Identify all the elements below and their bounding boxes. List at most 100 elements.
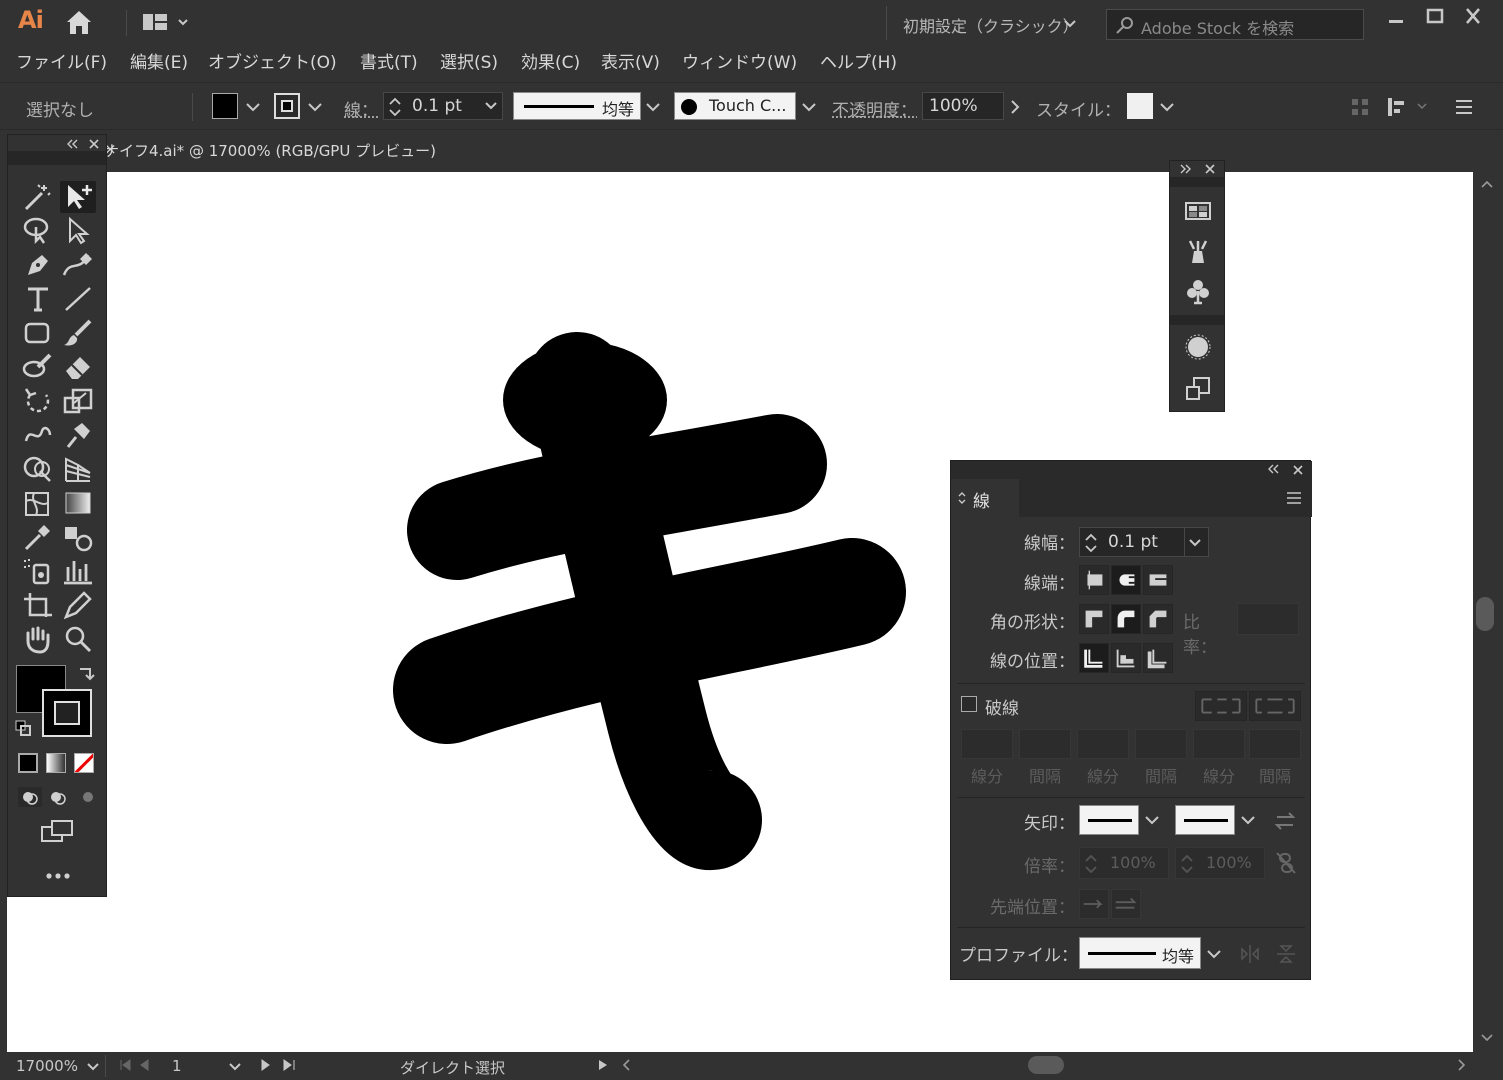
- align-dash-icon[interactable]: [1249, 691, 1301, 721]
- brushes-icon[interactable]: [1184, 237, 1212, 265]
- stock-search-input[interactable]: Adobe Stock を検索: [1106, 9, 1364, 40]
- color-mode-button[interactable]: [18, 753, 38, 773]
- chevron-down-icon[interactable]: [1205, 945, 1223, 963]
- chevron-down-icon[interactable]: [1156, 94, 1178, 120]
- none-mode-button[interactable]: [74, 753, 94, 773]
- gradient-tool-icon[interactable]: [60, 487, 96, 519]
- dashed-checkbox[interactable]: [961, 696, 977, 712]
- first-previous-artboard-icon[interactable]: [118, 1058, 158, 1072]
- paintbrush-tool-icon[interactable]: [60, 317, 96, 349]
- collapse-panel-icon[interactable]: [66, 139, 78, 149]
- menu-file[interactable]: ファイル(F): [16, 48, 107, 73]
- start-scale-input[interactable]: 100%: [1079, 847, 1169, 879]
- chevron-down-icon[interactable]: [1188, 536, 1202, 550]
- chevron-down-icon[interactable]: [304, 94, 326, 120]
- home-icon[interactable]: [64, 8, 94, 36]
- align-outside-icon[interactable]: [1143, 643, 1173, 673]
- flip-vertical-icon[interactable]: [1275, 943, 1297, 965]
- chevron-down-icon[interactable]: [798, 94, 820, 120]
- chevron-down-icon[interactable]: [642, 94, 664, 120]
- scale-tool-icon[interactable]: [60, 385, 96, 417]
- panel-grip[interactable]: [8, 151, 106, 165]
- slice-tool-icon[interactable]: [60, 589, 96, 621]
- lasso-tool-icon[interactable]: [20, 215, 56, 247]
- drawing-modes-icon[interactable]: [16, 785, 100, 809]
- mesh-tool-icon[interactable]: [20, 487, 56, 519]
- minimize-icon[interactable]: [1383, 6, 1409, 28]
- scroll-left-icon[interactable]: [620, 1058, 634, 1072]
- dash-2-input[interactable]: [1077, 729, 1129, 759]
- panel-grip[interactable]: [1170, 177, 1224, 187]
- pen-tool-icon[interactable]: [20, 249, 56, 281]
- chevron-right-icon[interactable]: [1004, 94, 1026, 120]
- width-profile-select[interactable]: 均等: [1079, 937, 1201, 969]
- group-selection-tool-icon[interactable]: [60, 181, 96, 213]
- curvature-tool-icon[interactable]: [60, 249, 96, 281]
- stepper-icon[interactable]: [388, 96, 402, 118]
- eyedropper-tool-icon[interactable]: [20, 521, 56, 553]
- opacity-field[interactable]: 100%: [922, 92, 1004, 120]
- gap-3-input[interactable]: [1249, 729, 1301, 759]
- bevel-join-icon[interactable]: [1143, 604, 1173, 634]
- dash-1-input[interactable]: [961, 729, 1013, 759]
- close-icon[interactable]: [1460, 6, 1486, 28]
- start-arrowhead-select[interactable]: [1079, 805, 1139, 835]
- collapse-panel-icon[interactable]: [1267, 464, 1279, 474]
- gap-2-input[interactable]: [1135, 729, 1187, 759]
- rotate-tool-icon[interactable]: [20, 385, 56, 417]
- close-panel-icon[interactable]: [1292, 464, 1304, 476]
- distribute-icon[interactable]: [1386, 95, 1430, 119]
- scroll-down-icon[interactable]: [1479, 1032, 1495, 1044]
- more-tools-icon[interactable]: [44, 869, 72, 883]
- gradient-mode-button[interactable]: [46, 753, 66, 773]
- stroke-weight-field[interactable]: 0.1 pt: [383, 92, 503, 120]
- swap-colors-icon[interactable]: [76, 663, 96, 683]
- align-grid-icon[interactable]: [1350, 97, 1370, 117]
- warp-tool-icon[interactable]: [20, 419, 56, 451]
- chevron-down-icon[interactable]: [1143, 811, 1161, 829]
- appearance-icon[interactable]: [1184, 333, 1212, 361]
- column-graph-tool-icon[interactable]: [60, 555, 96, 587]
- tab-stroke[interactable]: 線: [951, 479, 1019, 517]
- shaper-tool-icon[interactable]: [20, 351, 56, 383]
- panel-header[interactable]: [951, 461, 1312, 479]
- gap-1-input[interactable]: [1019, 729, 1071, 759]
- end-arrowhead-select[interactable]: [1175, 805, 1235, 835]
- opacity-label[interactable]: 不透明度：: [832, 96, 917, 121]
- puppet-warp-tool-icon[interactable]: [60, 419, 96, 451]
- type-tool-icon[interactable]: [20, 283, 56, 315]
- shape-builder-tool-icon[interactable]: [20, 453, 56, 485]
- stroke-weight-input[interactable]: 0.1 pt: [1079, 527, 1209, 557]
- document-tab[interactable]: ナイフ4.ai* @ 17000% (RGB/GPU プレビュー) ×: [100, 134, 450, 168]
- variable-width-profile[interactable]: 均等: [513, 92, 641, 120]
- menu-view[interactable]: 表示(V): [601, 48, 660, 73]
- line-tool-icon[interactable]: [60, 283, 96, 315]
- butt-cap-icon[interactable]: [1079, 565, 1109, 595]
- tip-extend-icon[interactable]: [1079, 889, 1109, 919]
- chevron-down-icon[interactable]: [242, 94, 264, 120]
- hand-tool-icon[interactable]: [20, 623, 56, 655]
- stroke-label[interactable]: 線：: [344, 96, 378, 121]
- menu-icon[interactable]: [1454, 97, 1474, 117]
- chevron-down-icon[interactable]: [228, 1061, 242, 1073]
- round-join-icon[interactable]: [1111, 604, 1141, 634]
- scroll-up-icon[interactable]: [1479, 178, 1495, 190]
- workspace-switcher[interactable]: 初期設定（クラシック）: [886, 6, 1082, 40]
- transform-icon[interactable]: [1184, 375, 1212, 403]
- stepper-icon[interactable]: [1084, 531, 1098, 555]
- round-cap-icon[interactable]: [1111, 565, 1141, 595]
- menu-select[interactable]: 選択(S): [440, 48, 498, 73]
- magic-wand-tool-icon[interactable]: [20, 181, 56, 213]
- artboard-number-field[interactable]: 1: [166, 1055, 248, 1077]
- eraser-tool-icon[interactable]: [60, 351, 96, 383]
- tip-place-icon[interactable]: [1111, 889, 1141, 919]
- panel-menu-icon[interactable]: [1285, 491, 1303, 505]
- link-scale-icon[interactable]: [1275, 851, 1297, 875]
- horizontal-scroll-thumb[interactable]: [1028, 1056, 1064, 1074]
- miter-limit-input[interactable]: [1237, 603, 1299, 635]
- next-last-artboard-icon[interactable]: [258, 1058, 298, 1072]
- menu-effect[interactable]: 効果(C): [521, 48, 580, 73]
- close-panel-icon[interactable]: [88, 138, 100, 150]
- scroll-right-icon[interactable]: [1454, 1058, 1468, 1072]
- menu-help[interactable]: ヘルプ(H): [820, 48, 897, 73]
